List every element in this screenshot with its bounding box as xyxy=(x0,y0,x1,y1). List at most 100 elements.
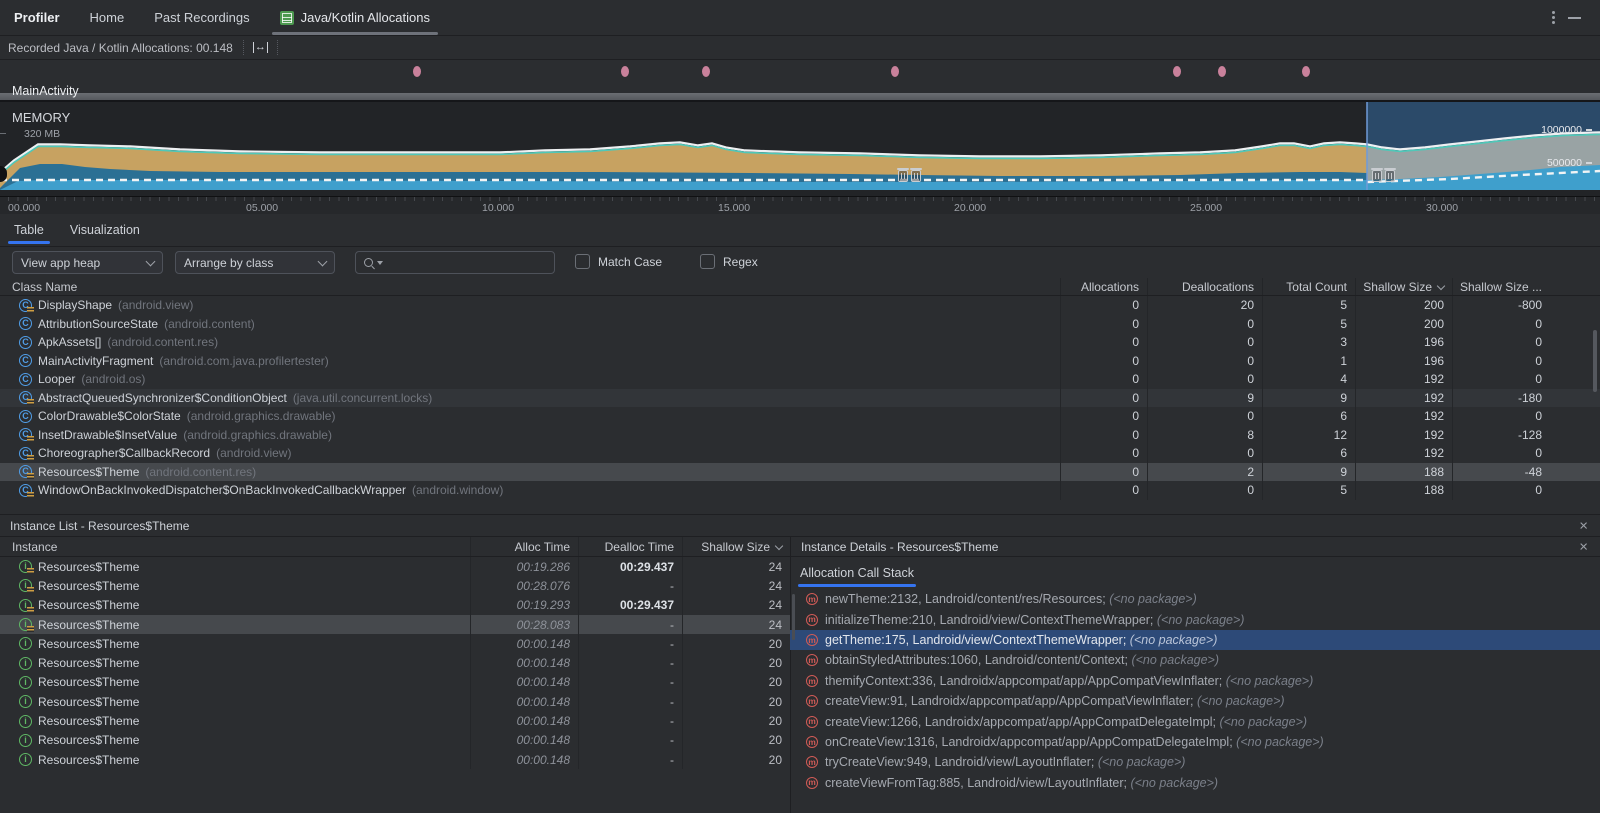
close-icon[interactable]: × xyxy=(1579,518,1588,533)
class-table-row[interactable]: CColorDrawable$ColorState(android.graphi… xyxy=(0,407,1600,426)
class-table-row[interactable]: CWindowOnBackInvokedDispatcher$OnBackInv… xyxy=(0,481,1600,500)
vertical-scrollbar[interactable] xyxy=(1593,330,1597,392)
allocations-value: 0 xyxy=(1060,333,1147,352)
tab-allocation-call-stack[interactable]: Allocation Call Stack xyxy=(800,557,914,589)
class-table-row[interactable]: CInsetDrawable$InsetValue(android.graphi… xyxy=(0,426,1600,445)
class-package: (android.com.java.profilertester) xyxy=(159,354,328,368)
column-alloc-time[interactable]: Alloc Time xyxy=(470,537,578,556)
class-package: (android.content.res) xyxy=(145,465,256,479)
class-name: DisplayShape xyxy=(38,298,112,312)
match-case-checkbox[interactable] xyxy=(575,254,590,269)
instance-row[interactable]: iResources$Theme00:28.083-24 xyxy=(0,615,790,634)
stack-frame[interactable]: monCreateView:1316, Landroidx/appcompat/… xyxy=(790,732,1600,752)
column-shallow-size[interactable]: Shallow Size xyxy=(1355,278,1452,295)
nav-home[interactable]: Home xyxy=(90,10,125,25)
frame-package: (<no package>) xyxy=(1131,776,1219,790)
instance-row[interactable]: iResources$Theme00:00.148-20 xyxy=(0,673,790,692)
search-input[interactable] xyxy=(389,255,513,271)
instance-row[interactable]: iResources$Theme00:00.148-20 xyxy=(0,711,790,730)
stack-frame[interactable]: minitializeTheme:210, Landroid/view/Cont… xyxy=(790,609,1600,629)
column-shallow-size-change[interactable]: Shallow Size ... xyxy=(1452,278,1600,295)
stack-frame[interactable]: mcreateView:91, Landroidx/appcompat/app/… xyxy=(790,691,1600,711)
instance-row[interactable]: iResources$Theme00:19.29300:29.43724 xyxy=(0,596,790,615)
session-tab-label: Java/Kotlin Allocations xyxy=(301,10,430,25)
column-total-count[interactable]: Total Count xyxy=(1262,278,1355,295)
shallow-size-value: 192 xyxy=(1355,426,1452,445)
frame-package: (<no package>) xyxy=(1226,674,1314,688)
class-package: (android.window) xyxy=(412,483,503,497)
instance-row[interactable]: iResources$Theme00:19.28600:29.43724 xyxy=(0,557,790,576)
frame-package: (<no package>) xyxy=(1219,715,1307,729)
instance-icon: i xyxy=(19,676,32,689)
allocation-event-dot[interactable] xyxy=(891,66,899,77)
tab-table[interactable]: Table xyxy=(14,214,44,246)
instance-row[interactable]: iResources$Theme00:00.148-20 xyxy=(0,731,790,750)
instance-row[interactable]: iResources$Theme00:00.148-20 xyxy=(0,692,790,711)
class-table-row[interactable]: CApkAssets[](android.content.res)0031960 xyxy=(0,333,1600,352)
arrange-select[interactable]: Arrange by class xyxy=(175,251,335,274)
column-deallocations[interactable]: Deallocations xyxy=(1147,278,1262,295)
heap-select[interactable]: View app heap xyxy=(12,251,163,274)
class-table-row[interactable]: CResources$Theme(android.content.res)029… xyxy=(0,463,1600,482)
stack-frame[interactable]: mcreateViewFromTag:885, Landroid/view/La… xyxy=(790,773,1600,793)
total-count-value: 12 xyxy=(1262,426,1355,445)
zoom-to-fit-button[interactable]: ↔ xyxy=(243,40,278,55)
instance-name-cell: iResources$Theme xyxy=(0,711,470,730)
stack-frame[interactable]: mcreateView:1266, Landroidx/appcompat/ap… xyxy=(790,711,1600,731)
memory-chart[interactable]: MEMORY 320 MB 1000000500000 xyxy=(0,100,1600,196)
regex-checkbox[interactable] xyxy=(700,254,715,269)
allocations-value: 0 xyxy=(1060,389,1147,408)
column-allocations[interactable]: Allocations xyxy=(1060,278,1147,295)
class-table-row[interactable]: CLooper(android.os)0041920 xyxy=(0,370,1600,389)
shallow-size-change-value: 0 xyxy=(1452,352,1600,371)
search-options-chevron-icon[interactable] xyxy=(377,261,383,268)
regex-option[interactable]: Regex xyxy=(700,254,758,269)
instance-shallow-size-value: 20 xyxy=(682,692,790,711)
more-options-icon[interactable] xyxy=(1552,16,1555,19)
nav-past-recordings[interactable]: Past Recordings xyxy=(154,10,249,25)
instance-row[interactable]: iResources$Theme00:00.148-20 xyxy=(0,653,790,672)
column-instance-shallow-size[interactable]: Shallow Size xyxy=(682,537,790,556)
stack-frame[interactable]: mthemifyContext:336, Landroidx/appcompat… xyxy=(790,671,1600,691)
instance-row[interactable]: iResources$Theme00:00.148-20 xyxy=(0,750,790,769)
details-scrollbar[interactable] xyxy=(792,594,795,640)
search-field[interactable] xyxy=(355,251,555,274)
stack-frame[interactable]: mnewTheme:2132, Landroid/content/res/Res… xyxy=(790,589,1600,609)
class-table-row[interactable]: CMainActivityFragment(android.com.java.p… xyxy=(0,352,1600,371)
instance-name-cell: iResources$Theme xyxy=(0,731,470,750)
allocation-event-dot[interactable] xyxy=(621,66,629,77)
frame-text: tryCreateView:949, Landroid/view/LayoutI… xyxy=(825,755,1185,769)
dealloc-time-value: - xyxy=(578,711,682,730)
shallow-size-change-value: -180 xyxy=(1452,389,1600,408)
stack-frame[interactable]: mgetTheme:175, Landroid/view/ContextThem… xyxy=(790,630,1600,650)
match-case-option[interactable]: Match Case xyxy=(575,254,662,269)
column-class-name[interactable]: Class Name xyxy=(0,278,1060,295)
instance-row[interactable]: iResources$Theme00:00.148-20 xyxy=(0,634,790,653)
frame-text: createView:91, Landroidx/appcompat/app/A… xyxy=(825,694,1285,708)
tab-java-kotlin-allocations[interactable]: Java/Kotlin Allocations xyxy=(280,0,430,35)
allocation-badge-icon xyxy=(27,307,34,313)
deallocations-value: 0 xyxy=(1147,315,1262,334)
nav-profiler[interactable]: Profiler xyxy=(14,10,60,25)
column-dealloc-time[interactable]: Dealloc Time xyxy=(578,537,682,556)
tab-visualization[interactable]: Visualization xyxy=(70,214,140,246)
close-icon[interactable]: × xyxy=(1579,539,1588,554)
allocation-badge-icon xyxy=(27,436,34,442)
class-table-row[interactable]: CDisplayShape(android.view)0205200-800 xyxy=(0,296,1600,315)
instance-row[interactable]: iResources$Theme00:28.076-24 xyxy=(0,576,790,595)
stack-frame[interactable]: mtryCreateView:949, Landroid/view/Layout… xyxy=(790,752,1600,772)
class-name-cell: CResources$Theme(android.content.res) xyxy=(0,463,1060,482)
dealloc-time-value: - xyxy=(578,576,682,595)
allocation-event-dot[interactable] xyxy=(413,66,421,77)
class-table-row[interactable]: CAttributionSourceState(android.content)… xyxy=(0,315,1600,334)
allocation-event-dot[interactable] xyxy=(702,66,710,77)
column-instance[interactable]: Instance xyxy=(0,537,470,556)
shallow-size-value: 192 xyxy=(1355,389,1452,408)
minimize-icon[interactable] xyxy=(1568,17,1581,19)
allocation-event-dot[interactable] xyxy=(1173,66,1181,77)
class-table-row[interactable]: CChoreographer$CallbackRecord(android.vi… xyxy=(0,444,1600,463)
allocation-event-dot[interactable] xyxy=(1302,66,1310,77)
allocation-event-dot[interactable] xyxy=(1218,66,1226,77)
class-table-row[interactable]: CAbstractQueuedSynchronizer$ConditionObj… xyxy=(0,389,1600,408)
stack-frame[interactable]: mobtainStyledAttributes:1060, Landroid/c… xyxy=(790,650,1600,670)
